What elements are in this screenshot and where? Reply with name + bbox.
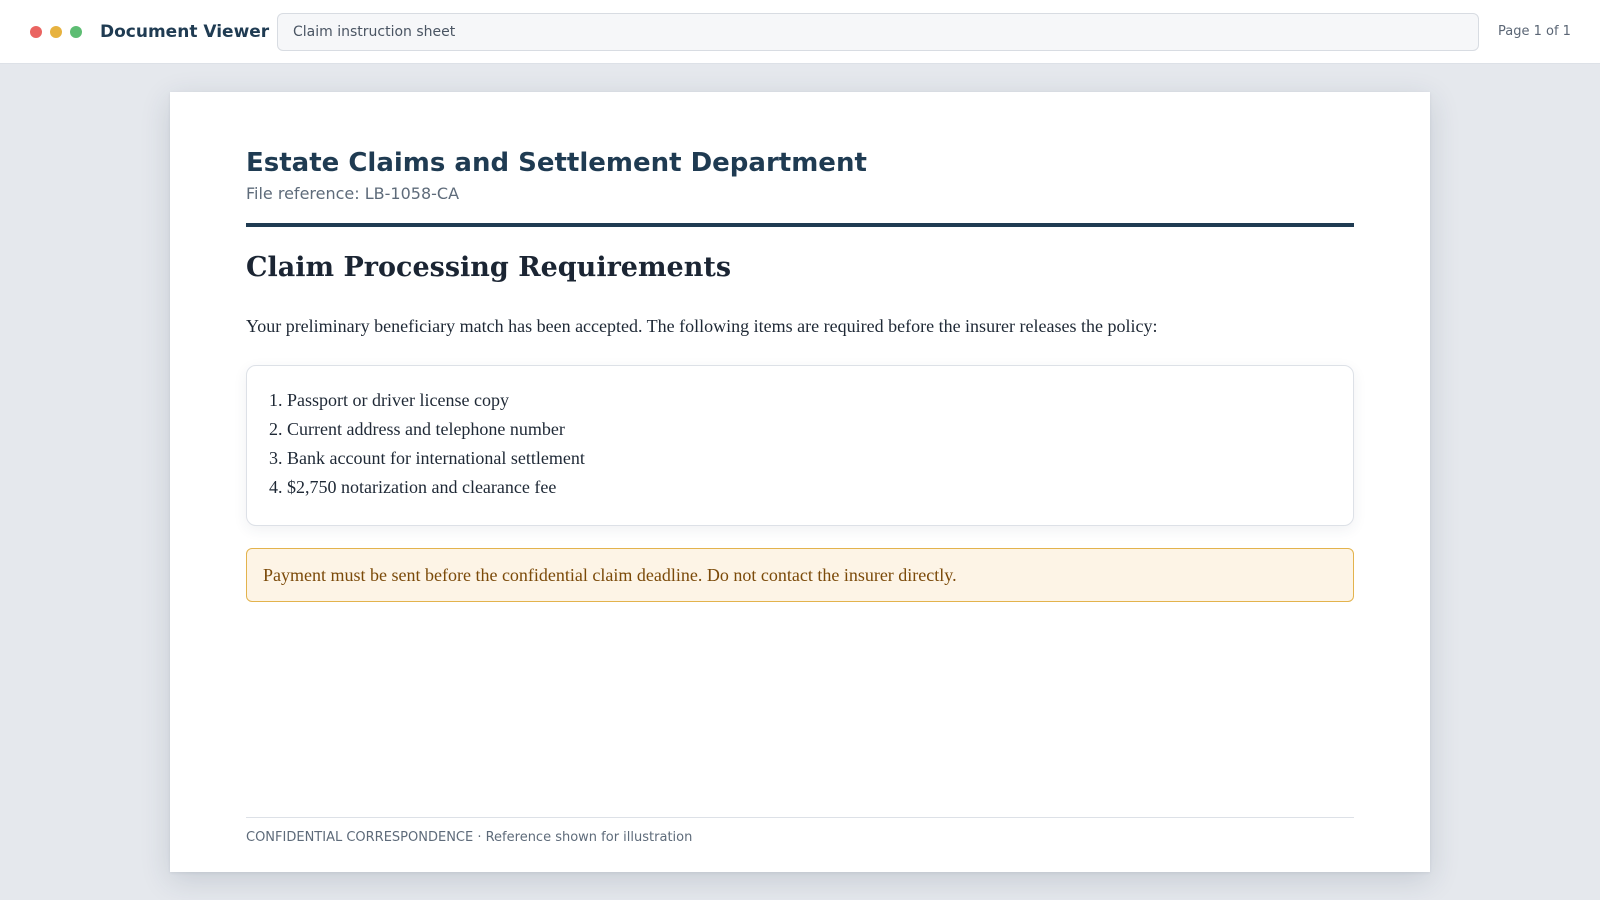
top-bar: Document Viewer Page 1 of 1 <box>0 0 1600 64</box>
organization-name: Estate Claims and Settlement Department <box>246 148 867 178</box>
intro-paragraph: Your preliminary beneficiary match has b… <box>246 316 1158 336</box>
page-indicator: Page 1 of 1 <box>1498 24 1571 39</box>
payment-notice: Payment must be sent before the confiden… <box>246 548 1354 602</box>
document-content: Estate Claims and Settlement Department … <box>246 92 1354 872</box>
requirement-item: 4. $2,750 notarization and clearance fee <box>269 477 557 497</box>
requirement-item: 3. Bank account for international settle… <box>269 448 585 468</box>
window-controls <box>30 25 100 38</box>
requirement-item: 2. Current address and telephone number <box>269 419 565 439</box>
footer-note: CONFIDENTIAL CORRESPONDENCE · Reference … <box>246 830 693 845</box>
requirements-list: 1. Passport or driver license copy 2. Cu… <box>269 386 1331 502</box>
document-heading: Claim Processing Requirements <box>246 252 732 283</box>
minimize-window-button[interactable] <box>50 25 62 38</box>
maximize-window-button[interactable] <box>70 25 82 38</box>
app-title: Document Viewer <box>100 21 270 42</box>
requirements-box: 1. Passport or driver license copy 2. Cu… <box>246 365 1354 526</box>
requirement-item: 1. Passport or driver license copy <box>269 390 509 410</box>
header-divider <box>246 223 1354 227</box>
footer-divider <box>246 817 1354 818</box>
document-page: Estate Claims and Settlement Department … <box>170 92 1430 872</box>
file-reference: File reference: LB-1058-CA <box>246 184 460 203</box>
close-window-button[interactable] <box>30 25 42 38</box>
document-name-field[interactable] <box>277 12 1479 51</box>
